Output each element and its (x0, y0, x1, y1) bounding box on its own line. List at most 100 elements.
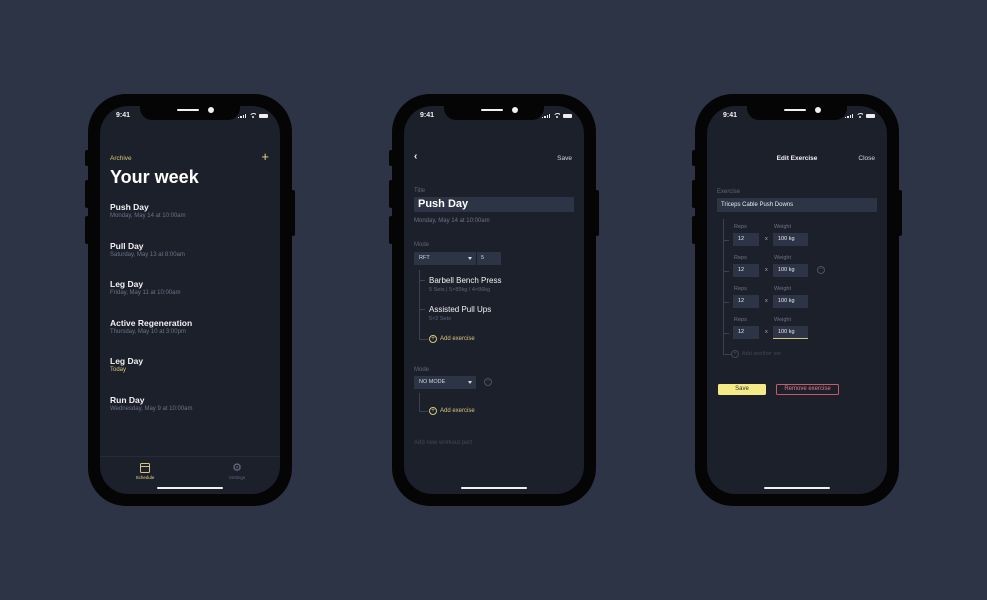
weight-input-focused[interactable]: 100 kg (773, 326, 808, 339)
tab-schedule[interactable]: Schedule (125, 463, 165, 480)
close-button[interactable]: Close (858, 155, 875, 162)
status-time: 9:41 (723, 112, 738, 119)
edit-exercise-screen: 9:41 Edit Exercise Close Exercise Tricep… (707, 106, 887, 494)
notch (140, 106, 240, 120)
tree-line (419, 393, 420, 411)
add-exercise-button[interactable]: + Add exercise (429, 407, 475, 415)
home-indicator[interactable] (157, 487, 223, 489)
add-exercise-button[interactable]: + Add exercise (429, 335, 475, 343)
tree-tick (723, 333, 729, 334)
add-set-label: Add another set (742, 351, 781, 357)
reps-input[interactable]: 12 (733, 264, 759, 277)
exercise-name[interactable]: Assisted Pull Ups (429, 305, 491, 314)
list-item[interactable]: Run Day Wednesday, May 9 at 10:00am (110, 395, 193, 434)
save-button[interactable]: Save (718, 384, 766, 395)
tree-tick (419, 280, 425, 281)
list-item[interactable]: Leg Day Today (110, 356, 193, 395)
day-name: Leg Day (110, 356, 144, 366)
times-symbol: x (765, 236, 768, 242)
signal-icon (845, 113, 853, 118)
phone-edit-exercise: 9:41 Edit Exercise Close Exercise Tricep… (692, 94, 902, 506)
battery-icon (563, 113, 572, 118)
tree-tick (419, 411, 428, 412)
volume-up-button (85, 180, 89, 208)
home-indicator[interactable] (461, 487, 527, 489)
list-item[interactable]: Active Regeneration Thursday, May 10 at … (110, 318, 193, 357)
status-time: 9:41 (420, 112, 435, 119)
day-name: Push Day (110, 202, 149, 212)
status-icons (845, 113, 875, 118)
add-workout-part-button[interactable]: Add new workout part (414, 440, 472, 446)
caret-down-icon (468, 381, 472, 384)
mode-select[interactable]: NO MODE (414, 376, 476, 389)
weight-label: Weight (774, 255, 792, 261)
add-set-button[interactable]: + Add another set (731, 350, 781, 358)
plus-circle-icon: + (731, 350, 739, 358)
tab-label: Settings (228, 475, 246, 480)
volume-down-button (85, 216, 89, 244)
plus-circle-icon: + (429, 335, 437, 343)
calendar-icon (140, 463, 150, 473)
status-icons (542, 113, 572, 118)
weight-input[interactable]: 100 kg (773, 264, 808, 277)
weight-input[interactable]: 100 kg (773, 295, 808, 308)
weight-input[interactable]: 100 kg (773, 233, 808, 246)
title-label: Title (414, 188, 426, 194)
volume-up-button (692, 180, 696, 208)
tab-settings[interactable]: ⚙ Settings (217, 462, 257, 481)
home-indicator[interactable] (764, 487, 830, 489)
day-date-today: Today (110, 367, 127, 373)
gear-icon: ⚙ (232, 462, 242, 474)
day-date: Saturday, May 13 at 8:00am (110, 251, 185, 258)
remove-part-icon[interactable]: – (484, 378, 492, 386)
tree-tick (419, 339, 428, 340)
power-button (898, 190, 902, 236)
phone-workout: 9:41 ‹ Save Title Push Day Monday, May 1… (389, 94, 599, 506)
save-button[interactable]: Save (557, 155, 572, 162)
reps-input[interactable]: 12 (733, 295, 759, 308)
day-list: Push Day Monday, May 14 at 10:00am Pull … (110, 202, 193, 433)
list-item[interactable]: Leg Day Friday, May 11 at 10:00am (110, 279, 193, 318)
mute-switch (692, 150, 696, 166)
schedule-screen: 9:41 Archive + Your week Push Day Monday… (100, 106, 280, 494)
status-icons (238, 113, 268, 118)
day-name: Run Day (110, 394, 145, 405)
day-date: Wednesday, May 9 at 10:00am (110, 405, 193, 412)
battery-icon (259, 113, 268, 118)
title-input[interactable]: Push Day (414, 197, 574, 212)
weight-label: Weight (774, 224, 792, 230)
exercise-input[interactable]: Triceps Cable Push Downs (717, 198, 877, 212)
archive-link[interactable]: Archive (110, 155, 132, 162)
reps-input[interactable]: 12 (733, 233, 759, 246)
remove-set-icon[interactable]: – (817, 266, 825, 274)
status-time: 9:41 (116, 112, 131, 119)
notch (747, 106, 847, 120)
signal-icon (542, 113, 550, 118)
signal-icon (238, 113, 246, 118)
times-symbol: x (765, 329, 768, 335)
remove-exercise-button[interactable]: Remove exercise (776, 384, 839, 395)
workout-date[interactable]: Monday, May 14 at 10:00am (414, 218, 490, 224)
weight-label: Weight (774, 286, 792, 292)
rounds-input[interactable]: 5 (477, 252, 501, 265)
list-item[interactable]: Push Day Monday, May 14 at 10:00am (110, 202, 193, 241)
mode-label: Mode (414, 242, 430, 248)
workout-screen: 9:41 ‹ Save Title Push Day Monday, May 1… (404, 106, 584, 494)
tab-label: Schedule (135, 475, 155, 480)
plus-icon[interactable]: + (261, 150, 269, 163)
wifi-icon (249, 113, 256, 118)
reps-input[interactable]: 12 (733, 326, 759, 339)
phone-schedule: 9:41 Archive + Your week Push Day Monday… (85, 94, 295, 506)
reps-label: Reps (734, 286, 747, 292)
chevron-left-icon[interactable]: ‹ (414, 151, 417, 162)
mode-value: RFT (419, 255, 430, 261)
exercise-detail: 5 Sets | 5×85kg / 4×86kg (429, 287, 491, 293)
volume-down-button (692, 216, 696, 244)
mode-select[interactable]: RFT (414, 252, 476, 265)
reps-label: Reps (734, 224, 747, 230)
tree-tick (419, 309, 425, 310)
exercise-name[interactable]: Barbell Bench Press (429, 276, 501, 285)
list-item[interactable]: Pull Day Saturday, May 13 at 8:00am (110, 241, 193, 280)
mode-value: NO MODE (419, 379, 446, 385)
day-date: Thursday, May 10 at 3:00pm (110, 328, 186, 335)
